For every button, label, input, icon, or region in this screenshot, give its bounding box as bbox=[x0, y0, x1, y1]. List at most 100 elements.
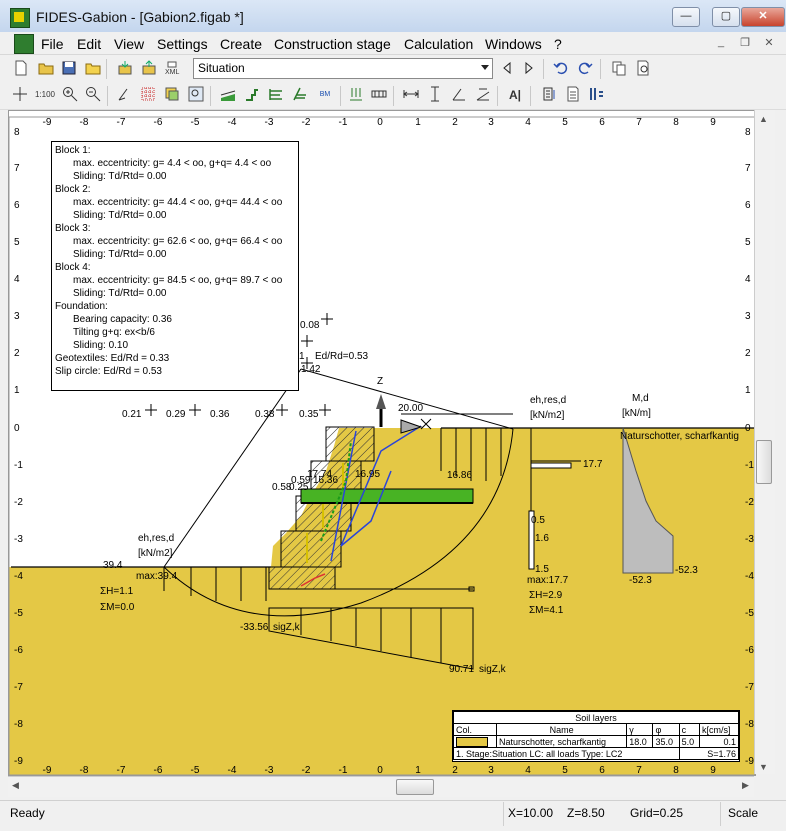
result-line: Sliding: Td/Rtd= 0.00 bbox=[73, 171, 167, 182]
angle-dimension-icon[interactable] bbox=[449, 85, 469, 105]
text-tool-button[interactable]: A| bbox=[505, 85, 525, 105]
gabion-icon[interactable] bbox=[242, 85, 262, 105]
scroll-left-icon[interactable]: ◀ bbox=[12, 780, 19, 791]
document-icon[interactable] bbox=[14, 34, 34, 54]
menu-view[interactable]: View bbox=[114, 36, 144, 52]
menu-create[interactable]: Create bbox=[220, 36, 262, 52]
menu-edit[interactable]: Edit bbox=[77, 36, 101, 52]
mdi-restore-button[interactable]: ❐ bbox=[736, 36, 754, 52]
slope-dimension-icon[interactable] bbox=[473, 85, 493, 105]
anchor-icon[interactable] bbox=[290, 85, 310, 105]
zoom-window-icon[interactable] bbox=[186, 85, 206, 105]
x-tick-label-top: 3 bbox=[488, 117, 494, 128]
status-grid: Grid=0.25 bbox=[630, 806, 684, 820]
col-header-gamma: γ bbox=[626, 723, 654, 736]
layers-icon[interactable] bbox=[162, 85, 182, 105]
z-axis-label: Z bbox=[377, 376, 383, 387]
export-icon[interactable] bbox=[139, 59, 159, 79]
scroll-down-icon[interactable]: ▼ bbox=[759, 762, 768, 772]
minimize-button[interactable]: — bbox=[672, 7, 700, 27]
y-tick-label-right: -8 bbox=[745, 719, 754, 730]
pan-icon[interactable] bbox=[10, 85, 30, 105]
soil-layer-icon[interactable] bbox=[218, 85, 238, 105]
x-tick-label-bottom: 6 bbox=[599, 765, 605, 775]
y-tick-label-right: -4 bbox=[745, 571, 754, 582]
y-tick-label-right: 6 bbox=[745, 200, 751, 211]
horizontal-dimension-icon[interactable] bbox=[401, 85, 421, 105]
scroll-right-icon[interactable]: ▶ bbox=[742, 780, 749, 791]
horizontal-scroll-thumb[interactable] bbox=[396, 779, 434, 795]
y-tick-label-right: 1 bbox=[745, 385, 751, 396]
diagram-label-v1636: 16.36 bbox=[313, 475, 338, 486]
y-tick-label-left: 8 bbox=[14, 127, 20, 138]
x-tick-label-top: 1 bbox=[415, 117, 421, 128]
vertical-dimension-icon[interactable] bbox=[425, 85, 445, 105]
diagram-label-eh_right_1: eh,res,d bbox=[530, 395, 566, 406]
redo-icon[interactable] bbox=[575, 59, 595, 79]
y-tick-label-left: -2 bbox=[14, 497, 23, 508]
diagram-label-pt036: 0.36 bbox=[210, 409, 230, 420]
next-view-icon[interactable] bbox=[519, 59, 539, 79]
x-tick-label-bottom: -1 bbox=[339, 765, 348, 775]
x-tick-label-top: -1 bbox=[339, 117, 348, 128]
x-tick-label-bottom: -7 bbox=[117, 765, 126, 775]
zoom-out-icon[interactable] bbox=[83, 85, 103, 105]
xml-export-icon[interactable]: XML bbox=[163, 59, 183, 79]
import-icon[interactable] bbox=[115, 59, 135, 79]
folder-icon[interactable] bbox=[83, 59, 103, 79]
soil-k-cell: 0.1 bbox=[699, 735, 739, 748]
cursor-icon[interactable] bbox=[114, 85, 134, 105]
x-tick-label-top: 0 bbox=[377, 117, 383, 128]
x-tick-label-top: 2 bbox=[452, 117, 458, 128]
grid-icon[interactable] bbox=[138, 85, 158, 105]
toolbar-separator bbox=[497, 86, 498, 106]
vertical-scroll-thumb[interactable] bbox=[756, 440, 772, 484]
open-folder-icon[interactable] bbox=[36, 59, 56, 79]
menu-calculation[interactable]: Calculation bbox=[404, 36, 473, 52]
diagram-label-v3356: -33.56 bbox=[240, 622, 269, 633]
maximize-button[interactable]: ▢ bbox=[712, 7, 740, 27]
result-line: max. eccentricity: g= 4.4 < oo, g+q= 4.4… bbox=[73, 158, 272, 169]
menu-help[interactable]: ? bbox=[554, 36, 562, 52]
y-tick-label-left: -6 bbox=[14, 645, 23, 656]
diagram-label-eh_left_1: eh,res,d bbox=[138, 533, 174, 544]
report-icon[interactable] bbox=[563, 85, 583, 105]
load-icon[interactable] bbox=[346, 85, 366, 105]
y-tick-label-left: 0 bbox=[14, 423, 20, 434]
mdi-minimize-button[interactable]: _ bbox=[712, 36, 730, 52]
menu-settings[interactable]: Settings bbox=[157, 36, 208, 52]
close-button[interactable]: ✕ bbox=[741, 7, 785, 27]
line-load-icon[interactable] bbox=[369, 85, 389, 105]
save-icon[interactable] bbox=[59, 59, 79, 79]
zoom-in-icon[interactable] bbox=[60, 85, 80, 105]
soil-gamma-cell: 18.0 bbox=[626, 735, 654, 748]
y-tick-label-right: -3 bbox=[745, 534, 754, 545]
copy-icon[interactable] bbox=[609, 59, 629, 79]
horizontal-scrollbar[interactable] bbox=[8, 776, 754, 797]
geotextile-icon[interactable] bbox=[266, 85, 286, 105]
col-header-name: Name bbox=[496, 723, 628, 736]
result-line: Sliding: 0.10 bbox=[73, 340, 129, 351]
scale-1-100-button[interactable]: 1:100 bbox=[32, 85, 58, 105]
diagram-label-max394: max:39.4 bbox=[136, 571, 178, 582]
mdi-close-button[interactable]: ✕ bbox=[760, 36, 778, 52]
print-preview-icon[interactable] bbox=[633, 59, 653, 79]
bm-button[interactable]: BM bbox=[313, 85, 337, 105]
list-icon[interactable] bbox=[539, 85, 559, 105]
scroll-up-icon[interactable]: ▲ bbox=[759, 114, 768, 124]
status-z-coordinate: Z=8.50 bbox=[567, 806, 605, 820]
diagram-label-v523b: -52.3 bbox=[675, 565, 698, 576]
stage-icon[interactable] bbox=[587, 85, 607, 105]
result-line: Sliding: Td/Rtd= 0.00 bbox=[73, 288, 167, 299]
undo-icon[interactable] bbox=[551, 59, 571, 79]
menu-file[interactable]: File bbox=[41, 36, 64, 52]
view-select[interactable]: Situation bbox=[193, 58, 493, 79]
result-line: max. eccentricity: g= 44.4 < oo, g+q= 44… bbox=[73, 197, 283, 208]
diagram-label-v177: 17.7 bbox=[583, 459, 603, 470]
x-tick-label-bottom: 4 bbox=[525, 765, 531, 775]
toolbar-separator bbox=[530, 86, 531, 106]
menu-windows[interactable]: Windows bbox=[485, 36, 542, 52]
menu-construction-stage[interactable]: Construction stage bbox=[274, 36, 391, 52]
previous-view-icon[interactable] bbox=[497, 59, 517, 79]
new-file-icon[interactable] bbox=[11, 59, 31, 79]
